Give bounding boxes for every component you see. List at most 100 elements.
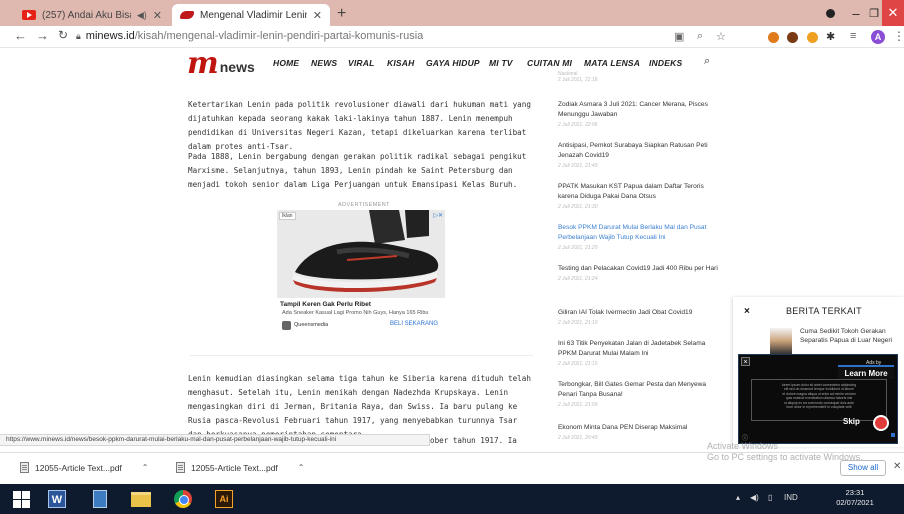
nav-mata-lensa[interactable]: MATA LENSA xyxy=(584,58,640,68)
taskbar-illustrator[interactable]: Ai xyxy=(211,487,237,511)
extension-icon[interactable] xyxy=(807,32,818,43)
nav-gaya-hidup[interactable]: GAYA HIDUP xyxy=(426,58,480,68)
related-news-title: BERITA TERKAIT xyxy=(786,306,862,316)
maximize-button[interactable]: ❐ xyxy=(866,0,882,26)
ad-subtitle: Ada Sneaker Kasual Lagi Promo Nih Guys, … xyxy=(282,310,429,316)
forward-icon[interactable]: → xyxy=(36,28,49,43)
url-field[interactable]: 🔒︎ minews.id/kisah/mengenal-vladimir-leni… xyxy=(76,30,423,42)
taskbar-project[interactable] xyxy=(87,487,113,511)
volume-icon[interactable]: ◀) xyxy=(750,493,759,502)
minimize-button[interactable]: – xyxy=(848,0,864,26)
sidebar-news-item[interactable]: Testing dan Pelacakan Covid19 Jadi 400 R… xyxy=(558,264,718,282)
progress-marker xyxy=(891,433,895,437)
puzzle-icon[interactable]: ✱ xyxy=(826,30,835,43)
taskbar-word[interactable]: W xyxy=(44,487,70,511)
record-icon[interactable] xyxy=(822,0,838,26)
adchoices-icon[interactable]: ▷✕ xyxy=(433,212,443,219)
speaker-icon[interactable]: ◀) xyxy=(137,10,147,21)
activation-watermark: Activate Windows xyxy=(707,441,779,451)
article-paragraph: Ketertarikan Lenin pada politik revolusi… xyxy=(188,100,531,151)
link-status-bar: https://www.minews.id/news/besok-ppkm-da… xyxy=(0,434,430,446)
bookmark-star-icon[interactable]: ☆ xyxy=(716,30,726,43)
file-icon xyxy=(20,462,29,473)
sidebar-news-item[interactable]: PPATK Masukan KST Papua dalam Daftar Ter… xyxy=(558,182,718,210)
tab-strip: (257) Andai Aku Bisa - Erwin ◀) ✕ Mengen… xyxy=(0,0,904,26)
divider xyxy=(190,355,533,356)
show-all-button[interactable]: Show all xyxy=(840,460,886,476)
battery-icon[interactable]: ▯ xyxy=(768,493,772,502)
article-paragraph: Lenin kemudian diasingkan selama tiga ta… xyxy=(188,374,531,439)
nav-cuitan-mi[interactable]: CUITAN MI xyxy=(527,58,572,68)
illustrator-icon: Ai xyxy=(215,490,233,508)
nav-indeks[interactable]: INDEKS xyxy=(649,58,682,68)
buy-now-link[interactable]: BELI SEKARANG xyxy=(390,321,438,327)
tab-title: (257) Andai Aku Bisa - Erwin xyxy=(42,9,131,21)
file-icon xyxy=(176,462,185,473)
folder-icon xyxy=(131,491,151,507)
search-icon[interactable]: ⌕ xyxy=(704,55,710,68)
lock-icon[interactable]: 🔒︎ xyxy=(76,31,81,41)
sidebar-news-item[interactable]: Ini 63 Titik Penyekatan Jalan di Jadetab… xyxy=(558,339,718,367)
close-related-button[interactable]: × xyxy=(744,306,750,317)
tray-chevron-icon[interactable]: ▴ xyxy=(736,493,740,502)
related-news-thumbnail[interactable] xyxy=(770,328,792,354)
document-icon xyxy=(93,490,107,508)
site-logo[interactable]: m news xyxy=(187,49,255,79)
download-item[interactable]: 12055-Article Text...pdf ⌃ xyxy=(20,462,148,473)
skip-icon[interactable] xyxy=(873,415,889,431)
nav-home[interactable]: HOME xyxy=(273,58,299,68)
tab-minews[interactable]: Mengenal Vladimir Lenin, Pendi ✕ xyxy=(172,4,330,26)
video-ad[interactable]: × Ads by Learn More lorem ipsum dolor si… xyxy=(738,354,898,444)
tab-youtube[interactable]: (257) Andai Aku Bisa - Erwin ◀) ✕ xyxy=(14,4,170,26)
article-paragraph: Pada 1888, Lenin bergabung dengan geraka… xyxy=(188,152,527,189)
sidebar-news-item[interactable]: Ekonom Minta Dana PEN Diserap Maksimal 2… xyxy=(558,423,718,441)
ad-image[interactable]: Iklan ▷✕ xyxy=(277,210,445,298)
tab-title: Mengenal Vladimir Lenin, Pendi xyxy=(200,9,307,21)
sidebar-news-item[interactable]: Zodiak Asmara 3 Juli 2021: Cancer Merana… xyxy=(558,100,718,128)
start-button[interactable] xyxy=(8,487,34,511)
translate-icon[interactable]: ▣ xyxy=(674,30,684,43)
close-tab-icon[interactable]: ✕ xyxy=(153,9,162,22)
nav-viral[interactable]: VIRAL xyxy=(348,58,375,68)
nav-news[interactable]: NEWS xyxy=(311,58,337,68)
extension-icon[interactable] xyxy=(768,32,779,43)
taskbar-explorer[interactable] xyxy=(128,487,154,511)
screen: (257) Andai Aku Bisa - Erwin ◀) ✕ Mengen… xyxy=(0,0,904,514)
language-indicator[interactable]: IND xyxy=(784,493,798,502)
clock[interactable]: 23:31 02/07/2021 xyxy=(833,488,877,508)
ad-badge: Iklan xyxy=(279,212,296,220)
close-tab-icon[interactable]: ✕ xyxy=(313,9,322,22)
learn-more-button[interactable]: Learn More xyxy=(838,365,894,379)
taskbar-chrome[interactable] xyxy=(170,487,196,511)
sidebar-news-item[interactable]: Antisipasi, Pemkot Surabaya Siapkan Ratu… xyxy=(558,141,718,169)
download-item[interactable]: 12055-Article Text...pdf ⌃ xyxy=(176,462,304,473)
new-tab-button[interactable]: + xyxy=(337,5,346,23)
sponsored-ad[interactable]: Iklan ▷✕ Tampil Keren Gak Perlu Ribet Ad… xyxy=(277,210,445,334)
reload-icon[interactable]: ↻ xyxy=(58,28,68,42)
sidebar-news-item[interactable]: Terbongkar, Bill Gates Gemar Pesta dan M… xyxy=(558,380,718,408)
activation-watermark-hint: Go to PC settings to activate Windows. xyxy=(707,452,863,462)
ad-title[interactable]: Tampil Keren Gak Perlu Ribet xyxy=(280,301,371,308)
close-downloads-icon[interactable]: ✕ xyxy=(893,461,901,472)
profile-avatar[interactable]: A xyxy=(871,30,885,44)
sneaker-image xyxy=(277,210,445,298)
sidebar-news-item[interactable]: Giliran IAI Tolak Ivermectin Jadi Obat C… xyxy=(558,308,718,326)
close-window-button[interactable]: ✕ xyxy=(882,0,904,26)
nav-mi-tv[interactable]: MI TV xyxy=(489,58,513,68)
chevron-up-icon[interactable]: ⌃ xyxy=(142,463,149,472)
zoom-icon[interactable]: ⌕ xyxy=(697,30,703,43)
reading-list-icon[interactable]: ≡ xyxy=(850,30,856,42)
close-video-ad-button[interactable]: × xyxy=(741,357,750,366)
related-news-headline[interactable]: Cuma Sedikit Tokoh Gerakan Separatis Pap… xyxy=(800,327,900,345)
menu-icon[interactable]: ⋮ xyxy=(893,29,904,43)
chevron-up-icon[interactable]: ⌃ xyxy=(298,463,305,472)
word-icon: W xyxy=(48,490,66,508)
sidebar-news-item[interactable]: Besok PPKM Darurat Mulai Berlaku Mal dan… xyxy=(558,223,718,251)
nav-kisah[interactable]: KISAH xyxy=(387,58,414,68)
skip-button[interactable]: Skip xyxy=(843,417,860,426)
back-icon[interactable]: ← xyxy=(14,28,27,43)
site-nav: m news HOME NEWS VIRAL KISAH GAYA HIDUP M… xyxy=(0,49,904,79)
advertiser-logo xyxy=(282,321,291,330)
extension-icon[interactable] xyxy=(787,32,798,43)
minews-icon xyxy=(180,11,194,19)
